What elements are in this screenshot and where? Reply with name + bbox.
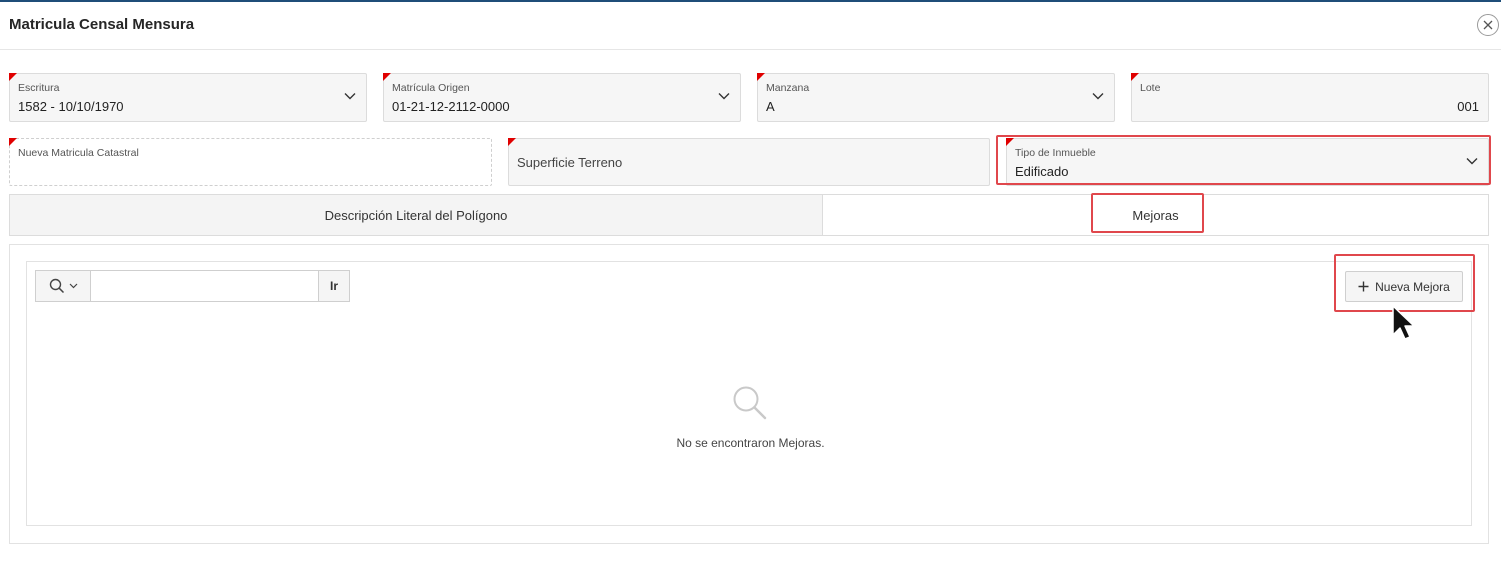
required-marker bbox=[9, 73, 17, 81]
tab-bar: Descripción Literal del Polígono Mejoras bbox=[9, 194, 1489, 236]
search-icon bbox=[49, 278, 64, 294]
close-icon bbox=[1483, 20, 1493, 30]
chevron-down-icon bbox=[69, 283, 77, 289]
go-button[interactable]: Ir bbox=[318, 271, 349, 301]
required-marker bbox=[9, 138, 17, 146]
required-marker bbox=[508, 138, 516, 146]
matricula-origen-select[interactable]: Matrícula Origen 01-21-12-2112-0000 bbox=[383, 73, 741, 122]
lote-value: 001 bbox=[1457, 99, 1479, 114]
escritura-value: 1582 - 10/10/1970 bbox=[18, 99, 124, 114]
mouse-pointer-icon bbox=[1392, 305, 1415, 340]
manzana-label: Manzana bbox=[766, 82, 810, 94]
search-input[interactable] bbox=[91, 271, 318, 301]
lote-label: Lote bbox=[1140, 82, 1161, 94]
dialog-title: Matricula Censal Mensura bbox=[9, 16, 195, 33]
report-search-bar: Ir bbox=[35, 270, 350, 302]
header-divider bbox=[0, 49, 1501, 50]
search-column-selector[interactable] bbox=[36, 271, 91, 301]
lote-field[interactable]: Lote 001 bbox=[1131, 73, 1489, 122]
escritura-select[interactable]: Escritura 1582 - 10/10/1970 bbox=[9, 73, 367, 122]
top-accent-line bbox=[0, 0, 1501, 2]
manzana-select[interactable]: Manzana A bbox=[757, 73, 1115, 122]
required-marker bbox=[1131, 73, 1139, 81]
required-marker bbox=[383, 73, 391, 81]
search-icon bbox=[733, 386, 767, 420]
superficie-terreno-label: Superficie Terreno bbox=[517, 155, 623, 170]
required-marker bbox=[757, 73, 765, 81]
highlight-tab-mejoras bbox=[1091, 193, 1204, 233]
close-button[interactable] bbox=[1477, 14, 1499, 36]
empty-message: No se encontraron Mejoras. bbox=[676, 436, 825, 450]
tab-descripcion-literal[interactable]: Descripción Literal del Polígono bbox=[10, 195, 823, 235]
matricula-origen-value: 01-21-12-2112-0000 bbox=[392, 99, 510, 114]
chevron-down-icon bbox=[1092, 93, 1104, 100]
escritura-label: Escritura bbox=[18, 82, 60, 94]
nueva-matricula-label: Nueva Matricula Catastral bbox=[18, 147, 139, 159]
manzana-value: A bbox=[766, 99, 775, 114]
chevron-down-icon bbox=[718, 93, 730, 100]
matricula-origen-label: Matrícula Origen bbox=[392, 82, 470, 94]
highlight-tipo-inmueble bbox=[996, 135, 1491, 185]
chevron-down-icon bbox=[344, 93, 356, 100]
superficie-terreno-field[interactable]: Superficie Terreno bbox=[508, 138, 990, 186]
nueva-matricula-field[interactable]: Nueva Matricula Catastral bbox=[9, 138, 492, 186]
